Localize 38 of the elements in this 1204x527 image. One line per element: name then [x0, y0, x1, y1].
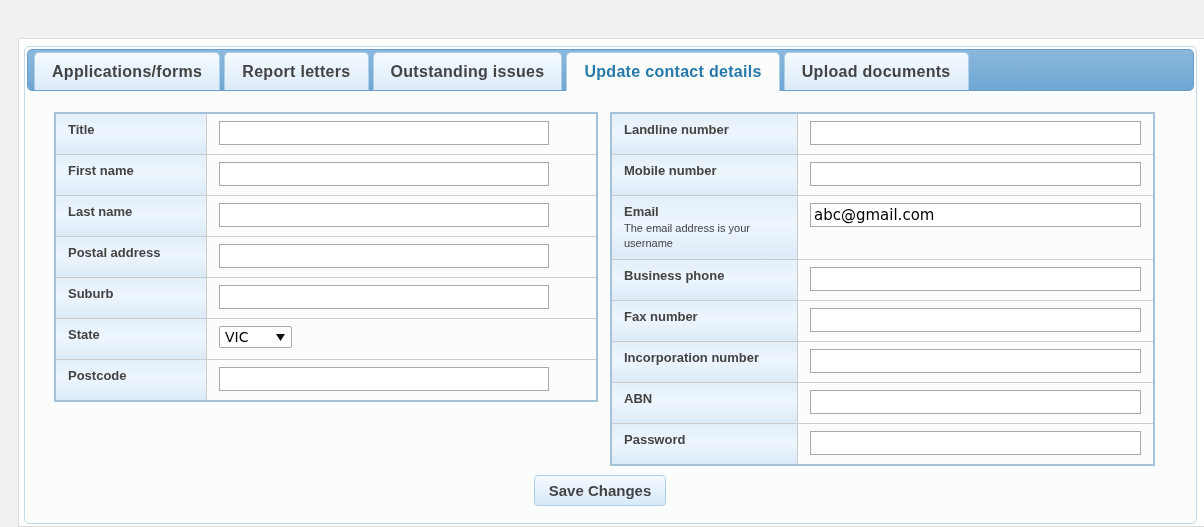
field-label: ABN: [624, 391, 654, 406]
input-field[interactable]: [810, 349, 1141, 373]
field-label: Postal address: [68, 245, 162, 260]
field-label: Title: [68, 122, 96, 137]
field-label: Suburb: [68, 286, 115, 301]
tab[interactable]: Report letters: [224, 52, 369, 90]
input-field[interactable]: [219, 203, 549, 227]
field-label: Email: [624, 204, 660, 219]
field-label: Fax number: [624, 309, 699, 324]
state-dropdown[interactable]: VIC: [219, 326, 292, 348]
input-field[interactable]: [810, 162, 1141, 186]
input-field[interactable]: [810, 431, 1141, 455]
field-label: Last name: [68, 204, 134, 219]
tab[interactable]: Update contact details: [566, 52, 780, 91]
tab[interactable]: Applications/forms: [34, 52, 221, 90]
field-label: State: [68, 327, 101, 342]
tab[interactable]: Outstanding issues: [372, 52, 563, 90]
save-changes-button[interactable]: Save Changes: [533, 475, 667, 506]
input-field[interactable]: abc@gmail.com: [810, 203, 1141, 227]
input-field[interactable]: [219, 162, 549, 186]
field-note: The email address is your username: [624, 221, 751, 251]
input-field[interactable]: [219, 244, 549, 268]
tab[interactable]: Upload documents: [783, 52, 969, 90]
input-field[interactable]: [810, 308, 1141, 332]
input-field[interactable]: [810, 121, 1141, 145]
input-field[interactable]: [219, 367, 549, 391]
input-field[interactable]: [810, 390, 1141, 414]
field-label: First name: [68, 163, 135, 178]
field-label: Postcode: [68, 368, 128, 383]
field-label: Password: [624, 432, 687, 447]
input-field[interactable]: [810, 267, 1141, 291]
input-field[interactable]: [219, 285, 549, 309]
field-label: Business phone: [624, 268, 726, 283]
field-label: Incorporation number: [624, 350, 761, 365]
input-field[interactable]: [219, 121, 549, 145]
caret-icon: [276, 333, 285, 341]
field-label: Mobile number: [624, 163, 718, 178]
field-label: Landline number: [624, 122, 730, 137]
